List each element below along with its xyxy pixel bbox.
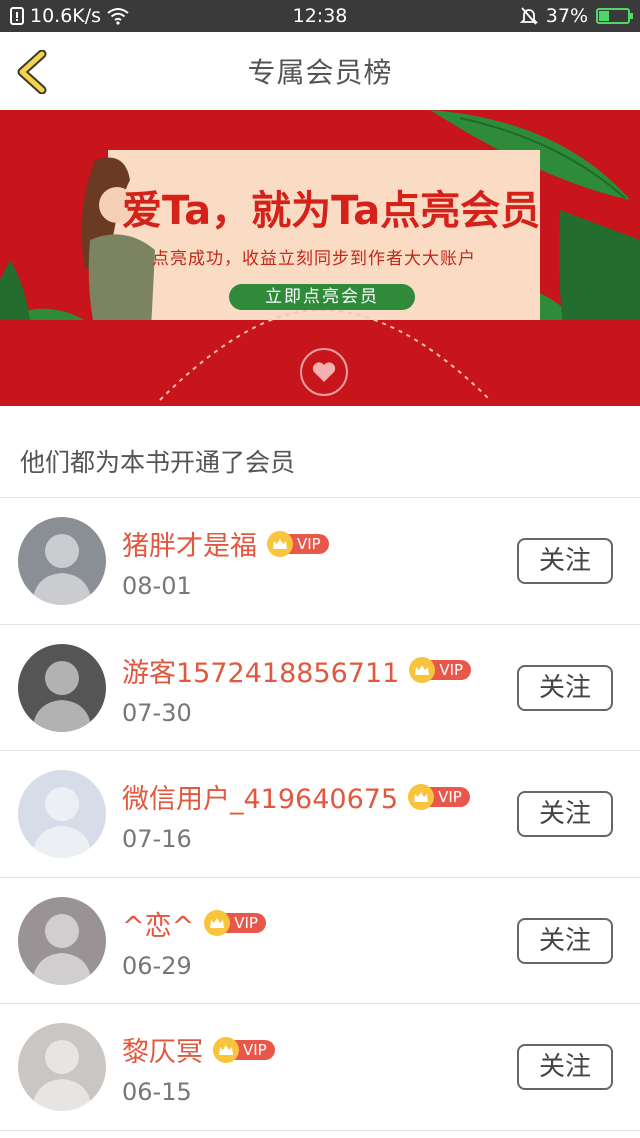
default-person-avatar-icon	[18, 770, 106, 858]
battery-fill	[599, 11, 610, 21]
wifi-icon	[107, 8, 129, 25]
follow-button[interactable]: 关注	[517, 791, 613, 837]
avatar[interactable]	[18, 643, 106, 732]
member-date: 07-30	[122, 698, 192, 727]
photo-avatar-icon	[18, 517, 106, 605]
banner-headline: 爱Ta，就为Ta点亮会员	[122, 188, 541, 234]
member-date: 08-01	[122, 572, 192, 600]
photo-avatar-icon	[18, 1023, 106, 1111]
banner-subtitle: 点亮成功，收益立刻同步到作者大大账户	[152, 249, 476, 269]
member-date: 07-16	[122, 825, 192, 853]
mute-bell-icon	[519, 7, 538, 25]
follow-button[interactable]: 关注	[517, 538, 613, 584]
photo-avatar-icon	[18, 643, 106, 732]
member-row[interactable]: ^恋^ VIP 06-29 关注	[0, 878, 640, 1004]
member-date: 06-15	[122, 1078, 192, 1106]
status-left: 10.6K/s	[10, 5, 129, 27]
network-speed: 10.6K/s	[30, 5, 102, 27]
member-date: 06-29	[122, 951, 192, 980]
name-line: ^恋^ VIP	[122, 904, 266, 943]
member-name[interactable]: 微信用户_419640675	[122, 777, 398, 816]
status-right: 37%	[519, 5, 633, 27]
vip-badge: VIP	[409, 657, 472, 683]
back-arrow-icon[interactable]	[14, 50, 54, 94]
heart-seal-icon	[300, 348, 348, 396]
member-row[interactable]: 猪胖才是福 VIP 08-01 关注	[0, 498, 640, 625]
follow-button[interactable]: 关注	[517, 917, 613, 964]
crown-icon	[213, 1036, 239, 1063]
avatar[interactable]	[18, 770, 106, 858]
cartoon-avatar-icon	[18, 896, 106, 985]
member-name[interactable]: ^恋^	[122, 904, 194, 943]
avatar[interactable]	[18, 896, 106, 985]
name-line: 黎仄冥 VIP	[122, 1030, 275, 1069]
member-row[interactable]: 黎仄冥 VIP 06-15 关注	[0, 1004, 640, 1131]
crown-icon	[267, 530, 293, 557]
activate-member-button[interactable]: 立即点亮会员	[229, 284, 415, 310]
vip-badge: VIP	[213, 1036, 275, 1063]
status-bar: 10.6K/s 12:38 37%	[0, 0, 640, 32]
member-name[interactable]: 猪胖才是福	[122, 524, 257, 563]
vip-badge: VIP	[267, 530, 329, 557]
name-line: 微信用户_419640675 VIP	[122, 777, 470, 816]
promo-banner[interactable]: 爱Ta，就为Ta点亮会员 点亮成功，收益立刻同步到作者大大账户 立即点亮会员	[0, 110, 640, 406]
follow-button[interactable]: 关注	[517, 1044, 613, 1090]
member-name[interactable]: 黎仄冥	[122, 1030, 203, 1069]
vip-badge: VIP	[204, 910, 266, 936]
name-line: 猪胖才是福 VIP	[122, 524, 329, 563]
battery-percent: 37%	[545, 5, 588, 27]
member-row[interactable]: 微信用户_419640675 VIP 07-16 关注	[0, 751, 640, 878]
status-time: 12:38	[292, 5, 348, 27]
member-name[interactable]: 游客1572418856711	[122, 651, 399, 690]
follow-button[interactable]: 关注	[517, 664, 613, 711]
sim-icon	[10, 7, 24, 25]
member-row[interactable]: 游客1572418856711 VIP 07-30 关注	[0, 625, 640, 751]
page-title: 专属会员榜	[247, 56, 393, 89]
name-line: 游客1572418856711 VIP	[122, 651, 472, 690]
section-title: 他们都为本书开通了会员	[0, 406, 640, 498]
crown-icon	[408, 783, 435, 810]
avatar[interactable]	[18, 517, 106, 605]
battery-icon	[596, 8, 633, 24]
vip-badge: VIP	[408, 783, 470, 810]
avatar[interactable]	[18, 1023, 106, 1111]
nav-bar: 专属会员榜	[0, 32, 640, 110]
member-list: 猪胖才是福 VIP 08-01 关注 游客1572418856711 VIP 0…	[0, 498, 640, 1131]
